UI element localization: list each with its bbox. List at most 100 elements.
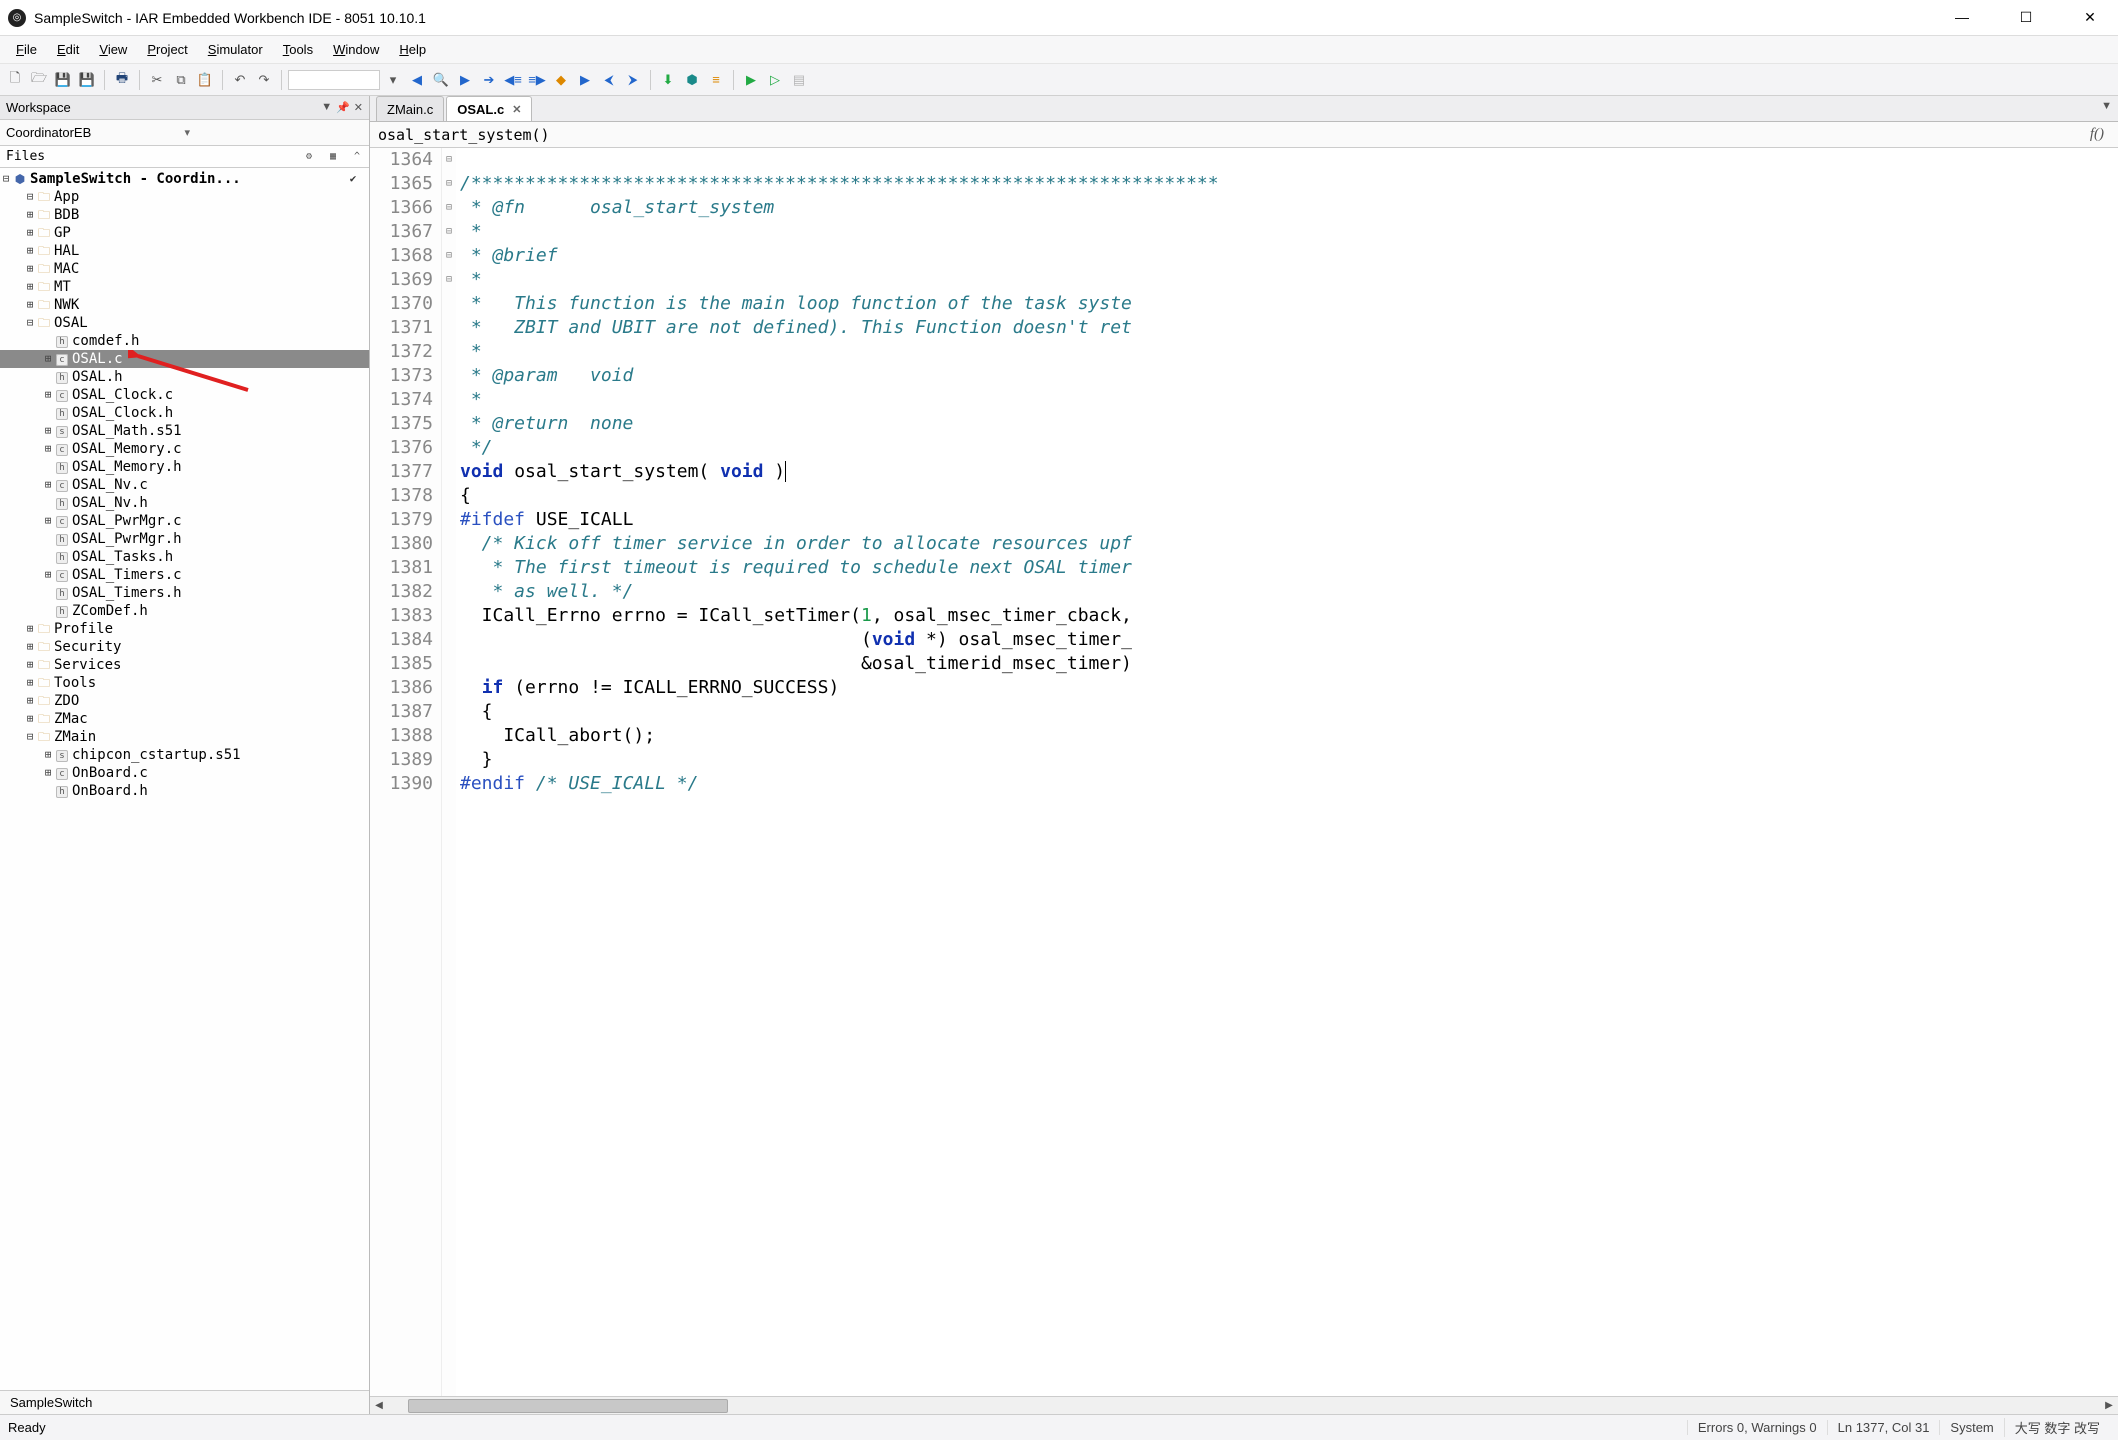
tree-item-onboard-h[interactable]: OnBoard.h bbox=[0, 782, 369, 800]
tree-item-zmain[interactable]: ⊟🗀ZMain bbox=[0, 728, 369, 746]
panel-dropdown-icon[interactable]: ▼ bbox=[321, 101, 332, 114]
cut-icon[interactable]: ✂ bbox=[146, 69, 168, 91]
tree-item-osal-timers-c[interactable]: ⊞OSAL_Timers.c bbox=[0, 566, 369, 584]
close-button[interactable]: ✕ bbox=[2070, 9, 2110, 26]
nav-forward-icon[interactable]: ▶ bbox=[454, 69, 476, 91]
tabs-overflow-icon[interactable]: ▼ bbox=[2101, 100, 2112, 112]
tree-item-profile[interactable]: ⊞🗀Profile bbox=[0, 620, 369, 638]
tree-item-mt[interactable]: ⊞🗀MT bbox=[0, 278, 369, 296]
find-icon[interactable]: 🔍 bbox=[430, 69, 452, 91]
tree-item-onboard-c[interactable]: ⊞OnBoard.c bbox=[0, 764, 369, 782]
tree-item-osal-pwrmgr-c[interactable]: ⊞OSAL_PwrMgr.c bbox=[0, 512, 369, 530]
tree-item-osal-h[interactable]: OSAL.h bbox=[0, 368, 369, 386]
minimize-button[interactable]: — bbox=[1942, 9, 1982, 26]
search-dropdown-icon[interactable]: ▾ bbox=[382, 69, 404, 91]
scrollbar-thumb[interactable] bbox=[408, 1399, 728, 1413]
compile-icon[interactable]: ⬇ bbox=[657, 69, 679, 91]
function-icon[interactable]: f() bbox=[2090, 126, 2110, 143]
tree-item-zmac[interactable]: ⊞🗀ZMac bbox=[0, 710, 369, 728]
tree-item-osal-pwrmgr-h[interactable]: OSAL_PwrMgr.h bbox=[0, 530, 369, 548]
menu-edit[interactable]: Edit bbox=[49, 39, 87, 60]
column-build-icon[interactable]: ▦ bbox=[321, 151, 345, 162]
workspace-tab[interactable]: SampleSwitch bbox=[0, 1390, 369, 1414]
toolbar-separator bbox=[733, 70, 734, 90]
horizontal-scrollbar[interactable]: ◀ ▶ bbox=[370, 1396, 2118, 1414]
print-icon[interactable]: 🖶 bbox=[111, 69, 133, 91]
code-editor[interactable]: 1364136513661367136813691370137113721373… bbox=[370, 148, 2118, 1396]
menu-window[interactable]: Window bbox=[325, 39, 387, 60]
debug-icon[interactable]: ▶ bbox=[740, 69, 762, 91]
new-file-icon[interactable]: 🗋 bbox=[4, 69, 26, 91]
search-input[interactable] bbox=[288, 70, 380, 90]
tree-item-nwk[interactable]: ⊞🗀NWK bbox=[0, 296, 369, 314]
tree-item-zcomdef-h[interactable]: ZComDef.h bbox=[0, 602, 369, 620]
copy-icon[interactable]: ⧉ bbox=[170, 69, 192, 91]
tree-item-osal-math-s51[interactable]: ⊞OSAL_Math.s51 bbox=[0, 422, 369, 440]
tab-close-icon[interactable]: ✕ bbox=[512, 103, 521, 116]
toggle-breakpoint-icon[interactable]: ◆ bbox=[550, 69, 572, 91]
tree-item-osal-clock-c[interactable]: ⊞OSAL_Clock.c bbox=[0, 386, 369, 404]
tree-item-osal-nv-c[interactable]: ⊞OSAL_Nv.c bbox=[0, 476, 369, 494]
tree-item-tools[interactable]: ⊞🗀Tools bbox=[0, 674, 369, 692]
status-bar: Ready Errors 0, Warnings 0 Ln 1377, Col … bbox=[0, 1414, 2118, 1440]
save-all-icon[interactable]: 💾 bbox=[76, 69, 98, 91]
tree-item-osal-memory-c[interactable]: ⊞OSAL_Memory.c bbox=[0, 440, 369, 458]
panel-pin-icon[interactable]: 📌 bbox=[336, 101, 350, 114]
nav-next-icon[interactable]: ⮞ bbox=[622, 69, 644, 91]
tree-item-bdb[interactable]: ⊞🗀BDB bbox=[0, 206, 369, 224]
tree-item-osal-timers-h[interactable]: OSAL_Timers.h bbox=[0, 584, 369, 602]
tree-item-chipcon-cstartup-s51[interactable]: ⊞chipcon_cstartup.s51 bbox=[0, 746, 369, 764]
goto-icon[interactable]: ▶ bbox=[574, 69, 596, 91]
open-file-icon[interactable]: 🗁 bbox=[28, 69, 50, 91]
step-into-icon[interactable]: ➔ bbox=[478, 69, 500, 91]
panel-close-icon[interactable]: ✕ bbox=[354, 101, 363, 114]
config-dropdown[interactable]: CoordinatorEB ▾ bbox=[0, 120, 369, 146]
project-tree[interactable]: ⊟ SampleSwitch - Coordin... ✔ ⊟🗀App⊞🗀BDB… bbox=[0, 168, 369, 1390]
next-bookmark-icon[interactable]: ≡▶ bbox=[526, 69, 548, 91]
project-root[interactable]: ⊟ SampleSwitch - Coordin... ✔ bbox=[0, 170, 369, 188]
paste-icon[interactable]: 📋 bbox=[194, 69, 216, 91]
menu-file[interactable]: File bbox=[8, 39, 45, 60]
tree-item-app[interactable]: ⊟🗀App bbox=[0, 188, 369, 206]
nav-prev-icon[interactable]: ⮜ bbox=[598, 69, 620, 91]
editor-tab-zmain-c[interactable]: ZMain.c bbox=[376, 96, 444, 121]
column-scroll-icon[interactable]: ^ bbox=[345, 151, 369, 162]
tree-item-gp[interactable]: ⊞🗀GP bbox=[0, 224, 369, 242]
editor-tab-osal-c[interactable]: OSAL.c✕ bbox=[446, 96, 532, 121]
maximize-button[interactable]: ☐ bbox=[2006, 9, 2046, 26]
tree-item-osal-clock-h[interactable]: OSAL_Clock.h bbox=[0, 404, 369, 422]
tree-item-osal-tasks-h[interactable]: OSAL_Tasks.h bbox=[0, 548, 369, 566]
tree-item-mac[interactable]: ⊞🗀MAC bbox=[0, 260, 369, 278]
column-settings-icon[interactable]: ⚙ bbox=[297, 151, 321, 162]
nav-back-icon[interactable]: ◀ bbox=[406, 69, 428, 91]
tree-item-osal-nv-h[interactable]: OSAL_Nv.h bbox=[0, 494, 369, 512]
menu-simulator[interactable]: Simulator bbox=[200, 39, 271, 60]
scroll-right-icon[interactable]: ▶ bbox=[2100, 1400, 2118, 1411]
more-icon[interactable]: ▤ bbox=[788, 69, 810, 91]
run-icon[interactable]: ▷ bbox=[764, 69, 786, 91]
save-icon[interactable]: 💾 bbox=[52, 69, 74, 91]
prev-bookmark-icon[interactable]: ◀≡ bbox=[502, 69, 524, 91]
redo-icon[interactable]: ↷ bbox=[253, 69, 275, 91]
stop-build-icon[interactable]: ≡ bbox=[705, 69, 727, 91]
make-icon[interactable]: ⬢ bbox=[681, 69, 703, 91]
tree-item-hal[interactable]: ⊞🗀HAL bbox=[0, 242, 369, 260]
tree-item-osal-c[interactable]: ⊞OSAL.c bbox=[0, 350, 369, 368]
menu-view[interactable]: View bbox=[91, 39, 135, 60]
menu-tools[interactable]: Tools bbox=[275, 39, 321, 60]
menu-help[interactable]: Help bbox=[391, 39, 434, 60]
tree-item-zdo[interactable]: ⊞🗀ZDO bbox=[0, 692, 369, 710]
fold-column[interactable]: ⊟ ⊟⊟⊟ ⊟ ⊟ bbox=[442, 148, 456, 1396]
editor-breadcrumb[interactable]: osal_start_system() f() bbox=[370, 122, 2118, 148]
tree-item-osal[interactable]: ⊟🗀OSAL bbox=[0, 314, 369, 332]
menu-project[interactable]: Project bbox=[139, 39, 195, 60]
tree-item-comdef-h[interactable]: comdef.h bbox=[0, 332, 369, 350]
tree-item-security[interactable]: ⊞🗀Security bbox=[0, 638, 369, 656]
files-column-header: Files ⚙ ▦ ^ bbox=[0, 146, 369, 168]
scroll-left-icon[interactable]: ◀ bbox=[370, 1400, 388, 1411]
tree-item-osal-memory-h[interactable]: OSAL_Memory.h bbox=[0, 458, 369, 476]
undo-icon[interactable]: ↶ bbox=[229, 69, 251, 91]
workspace-title: Workspace bbox=[6, 100, 321, 115]
tree-item-services[interactable]: ⊞🗀Services bbox=[0, 656, 369, 674]
code-lines[interactable]: /***************************************… bbox=[456, 148, 2118, 1396]
